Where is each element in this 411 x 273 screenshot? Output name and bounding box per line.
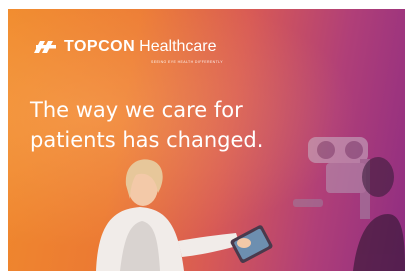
topcon-swoosh-icon	[34, 41, 56, 53]
brand-logo: TOPCON Healthcare	[32, 35, 217, 59]
tablet-device	[230, 225, 273, 263]
headline-line-1: The way we care for	[30, 98, 243, 122]
hero-banner: TOPCON Healthcare SEEING EYE HEALTH DIFF…	[8, 9, 405, 271]
brand-name: TOPCON	[64, 38, 136, 55]
headline: The way we care for patients has changed…	[30, 95, 330, 155]
clinician-figure	[96, 159, 273, 271]
headline-line-2: patients has changed.	[30, 128, 264, 152]
brand-tagline: SEEING EYE HEALTH DIFFERENTLY	[151, 60, 223, 64]
page-frame: TOPCON Healthcare SEEING EYE HEALTH DIFF…	[0, 0, 411, 273]
brand-suffix: Healthcare	[139, 38, 217, 55]
